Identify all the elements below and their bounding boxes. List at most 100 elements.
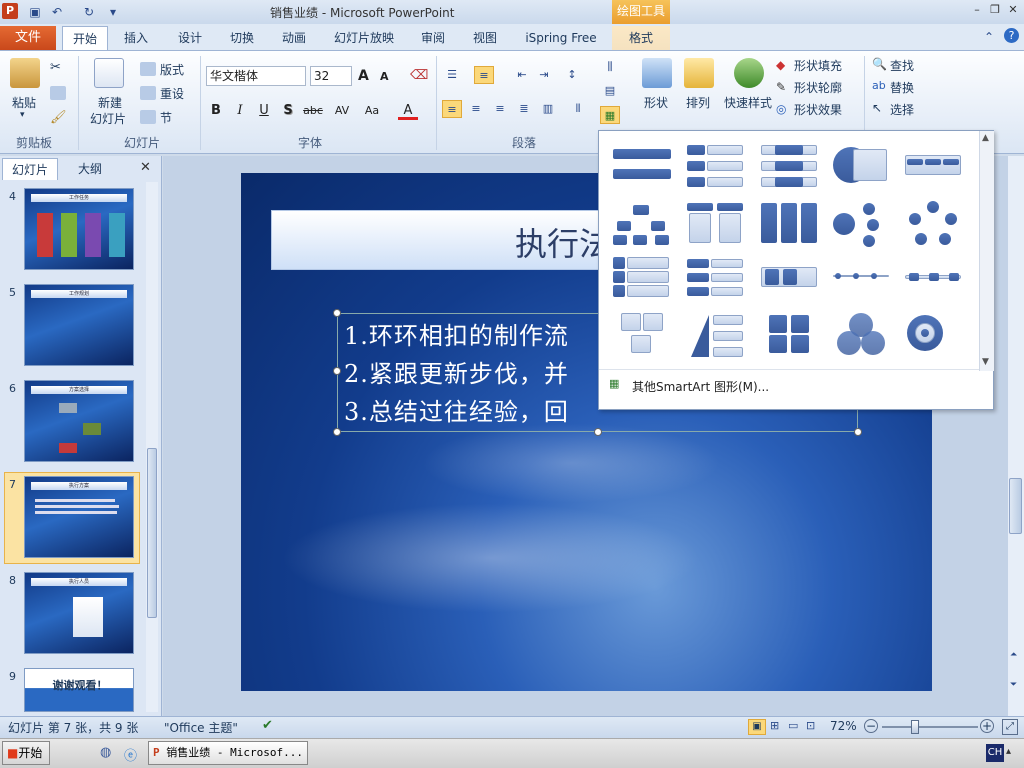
spell-check-icon[interactable]: ✔ — [262, 718, 273, 733]
replace-button[interactable]: 替换 — [890, 79, 914, 96]
decrease-indent-icon[interactable]: ⇤ — [512, 66, 532, 84]
copy-icon[interactable] — [50, 86, 66, 100]
desktop-icon[interactable]: ◍ — [100, 745, 111, 760]
help-icon[interactable]: ? — [1004, 28, 1019, 43]
paste-dropdown-icon[interactable]: ▾ — [20, 110, 25, 120]
theme-status[interactable]: "Office 主题" — [164, 719, 238, 736]
tab-file[interactable]: 文件 — [0, 26, 56, 50]
qat-customize-icon[interactable]: ▾ — [104, 3, 122, 21]
minimize-icon[interactable]: – — [968, 2, 986, 18]
next-slide-icon[interactable]: ⏷ — [1010, 680, 1017, 690]
restore-icon[interactable]: ❐ — [986, 2, 1004, 18]
redo-icon[interactable]: ↻ — [80, 3, 98, 21]
smartart-option[interactable] — [833, 141, 893, 191]
smartart-option[interactable] — [833, 201, 893, 251]
prev-slide-icon[interactable]: ⏶ — [1010, 650, 1017, 660]
tab-slideshow[interactable]: 幻灯片放映 — [328, 26, 400, 50]
canvas-scroll-thumb[interactable] — [1009, 478, 1022, 534]
new-slide-label[interactable]: 幻灯片 — [90, 110, 126, 127]
smartart-option[interactable] — [613, 201, 673, 251]
tab-transitions[interactable]: 切换 — [222, 26, 262, 50]
tab-design[interactable]: 设计 — [170, 26, 210, 50]
ie-icon[interactable]: ⓔ — [124, 745, 137, 764]
smartart-option[interactable] — [687, 311, 747, 361]
panel-scrollbar[interactable] — [146, 182, 158, 712]
smartart-option[interactable] — [761, 311, 821, 361]
reading-view-icon[interactable]: ▭ — [788, 719, 798, 732]
strikethrough-button[interactable]: abc — [300, 102, 326, 120]
smartart-option[interactable] — [761, 141, 821, 191]
tray-icon[interactable]: ▴ — [1006, 746, 1011, 757]
quick-styles-icon[interactable] — [734, 58, 764, 88]
smartart-option[interactable] — [833, 311, 893, 361]
font-color-button[interactable]: A — [398, 102, 418, 120]
font-size-select[interactable]: 32 — [310, 66, 352, 86]
tab-review[interactable]: 审阅 — [414, 26, 452, 50]
smartart-option[interactable] — [613, 311, 673, 361]
section-button[interactable]: 节 — [160, 109, 172, 126]
find-button[interactable]: 查找 — [890, 57, 914, 74]
language-indicator[interactable]: CH — [986, 744, 1004, 762]
smartart-option[interactable] — [761, 255, 821, 305]
bold-button[interactable]: B — [206, 102, 226, 120]
close-icon[interactable]: ✕ — [1004, 2, 1022, 18]
close-panel-icon[interactable]: ✕ — [140, 160, 151, 175]
change-case-button[interactable]: Aa — [360, 102, 384, 120]
smartart-option[interactable] — [761, 201, 821, 251]
taskbar-app-powerpoint[interactable]: P 销售业绩 - Microsof... — [148, 741, 308, 765]
gallery-scroll-down-icon[interactable]: ▼ — [982, 357, 989, 367]
resize-handle[interactable] — [594, 428, 602, 436]
layout-button[interactable]: 版式 — [160, 61, 184, 78]
smartart-option[interactable] — [833, 255, 893, 305]
new-slide-icon[interactable] — [94, 58, 124, 88]
arrange-button[interactable]: 排列 — [686, 94, 710, 111]
slide-thumbnail-5[interactable]: 工作规划 — [24, 284, 134, 366]
tab-ispring[interactable]: iSpring Free — [518, 26, 604, 50]
zoom-level[interactable]: 72% — [830, 719, 857, 733]
shrink-font-button[interactable]: A — [380, 70, 389, 83]
tab-insert[interactable]: 插入 — [116, 26, 156, 50]
underline-button[interactable]: U — [254, 102, 274, 120]
quick-styles-button[interactable]: 快速样式 — [724, 94, 772, 111]
smartart-option[interactable] — [905, 255, 965, 305]
bullets-icon[interactable]: ☰ — [442, 66, 462, 84]
slide-thumbnail-4[interactable]: 工作任务 — [24, 188, 134, 270]
slide-thumbnail-9[interactable]: 谢谢观看！ — [24, 668, 134, 712]
shape-effects-button[interactable]: 形状效果 — [794, 101, 842, 118]
smartart-option[interactable] — [613, 141, 673, 191]
align-left-icon[interactable]: ≡ — [442, 100, 462, 118]
font-name-select[interactable]: 华文楷体 — [206, 66, 306, 86]
zoom-in-icon[interactable]: + — [980, 719, 994, 733]
tab-animations[interactable]: 动画 — [274, 26, 314, 50]
line-spacing-icon[interactable]: ↕ — [562, 66, 582, 84]
resize-handle[interactable] — [333, 367, 341, 375]
paste-button[interactable]: 粘贴 — [12, 94, 36, 111]
shapes-icon[interactable] — [642, 58, 672, 88]
shapes-button[interactable]: 形状 — [644, 94, 668, 111]
tab-home[interactable]: 开始 — [62, 26, 108, 50]
smartart-option[interactable] — [687, 141, 747, 191]
increase-indent-icon[interactable]: ⇥ — [534, 66, 554, 84]
smartart-option[interactable] — [905, 141, 965, 191]
smartart-option[interactable] — [613, 255, 673, 305]
smartart-option[interactable] — [905, 311, 965, 361]
align-right-icon[interactable]: ≡ — [490, 100, 510, 118]
zoom-slider[interactable] — [882, 726, 978, 728]
numbering-icon[interactable]: ≡ — [474, 66, 494, 84]
tab-format[interactable]: 格式 — [612, 26, 670, 50]
resize-handle[interactable] — [333, 309, 341, 317]
smartart-option[interactable] — [905, 201, 965, 251]
zoom-out-icon[interactable]: − — [864, 719, 878, 733]
char-spacing-button[interactable]: AV — [330, 102, 354, 120]
smartart-option[interactable] — [687, 255, 747, 305]
arrange-icon[interactable] — [684, 58, 714, 88]
undo-icon[interactable]: ↶ — [48, 3, 66, 21]
slide-thumbnail-8[interactable]: 执行人员 — [24, 572, 134, 654]
columns-icon[interactable]: ⫴ — [568, 100, 588, 118]
tab-view[interactable]: 视图 — [466, 26, 504, 50]
justify-icon[interactable]: ≣ — [514, 100, 534, 118]
save-icon[interactable]: ▣ — [26, 3, 44, 21]
gallery-scroll-up-icon[interactable]: ▲ — [982, 133, 989, 143]
italic-button[interactable]: I — [230, 102, 250, 120]
cut-icon[interactable]: ✂ — [50, 60, 61, 75]
